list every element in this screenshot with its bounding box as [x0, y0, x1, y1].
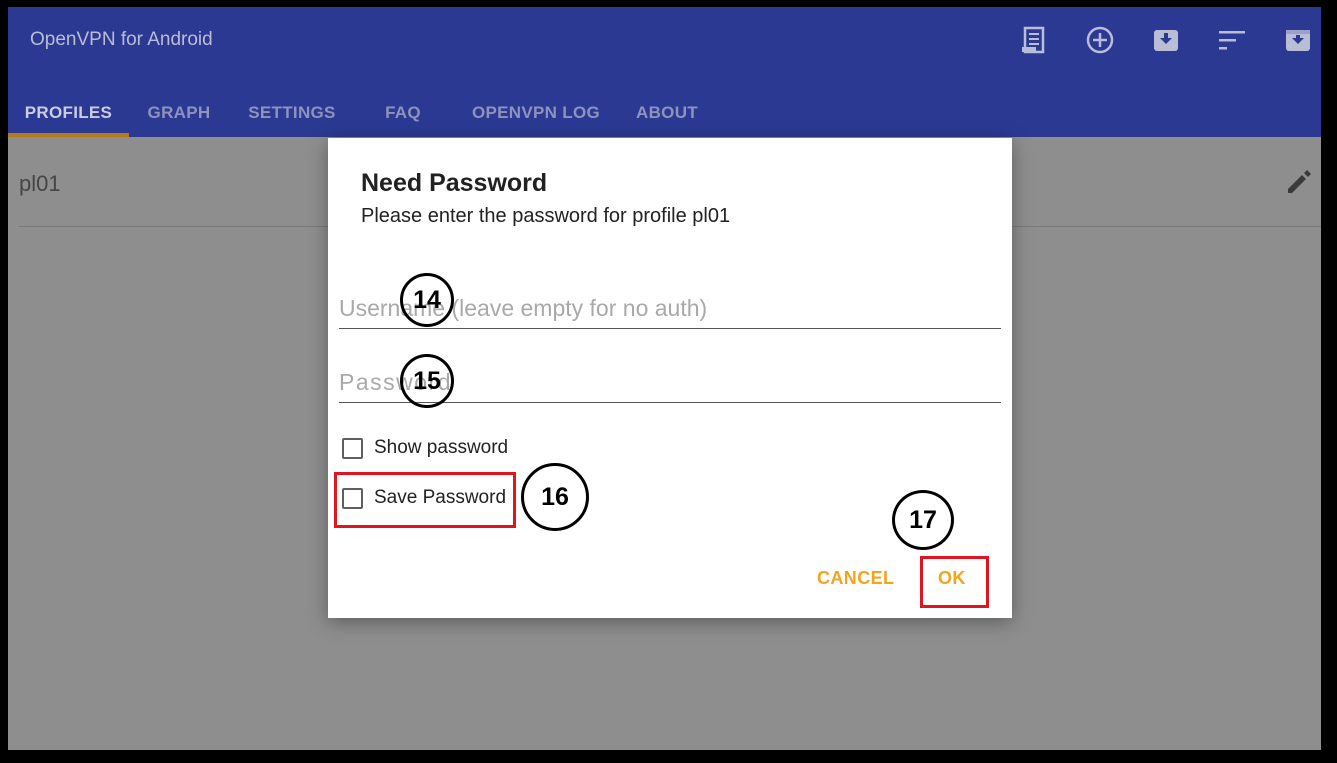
add-circle-icon[interactable] [1083, 23, 1117, 57]
edit-icon[interactable] [1283, 165, 1315, 197]
show-password-label: Show password [374, 437, 509, 458]
tab-openvpn-log[interactable]: OPENVPN LOG [464, 89, 608, 137]
profile-name: pl01 [19, 171, 61, 196]
tab-settings[interactable]: SETTINGS [240, 89, 344, 137]
tab-graph[interactable]: GRAPH [137, 89, 221, 137]
dialog-title: Need Password [361, 169, 548, 197]
archive-icon[interactable] [1281, 23, 1315, 57]
save-password-highlight-box [334, 472, 516, 528]
annotation-marker-16: 16 [521, 463, 589, 531]
app-screen: OpenVPN for Android PROFILES GRAPH SETTI… [8, 7, 1321, 750]
log-icon[interactable] [1018, 23, 1052, 57]
show-password-checkbox[interactable] [342, 437, 363, 459]
tab-about[interactable]: ABOUT [626, 89, 708, 137]
annotation-marker-15: 15 [400, 354, 454, 408]
import-icon[interactable] [1149, 23, 1183, 57]
cancel-button[interactable]: CANCEL [817, 568, 894, 589]
tab-bar: PROFILES GRAPH SETTINGS FAQ OPENVPN LOG … [8, 89, 768, 137]
show-password-checkbox-row[interactable]: Show password [342, 433, 508, 463]
app-title: OpenVPN for Android [30, 29, 213, 50]
sort-icon[interactable] [1215, 23, 1249, 57]
tab-profiles[interactable]: PROFILES [8, 89, 129, 137]
annotation-marker-14: 14 [400, 273, 454, 327]
ok-highlight-box [920, 556, 989, 608]
dialog-message: Please enter the password for profile pl… [361, 205, 731, 227]
app-bar: OpenVPN for Android PROFILES GRAPH SETTI… [8, 7, 1321, 137]
tab-faq[interactable]: FAQ [371, 89, 435, 137]
annotation-marker-17: 17 [892, 490, 954, 550]
